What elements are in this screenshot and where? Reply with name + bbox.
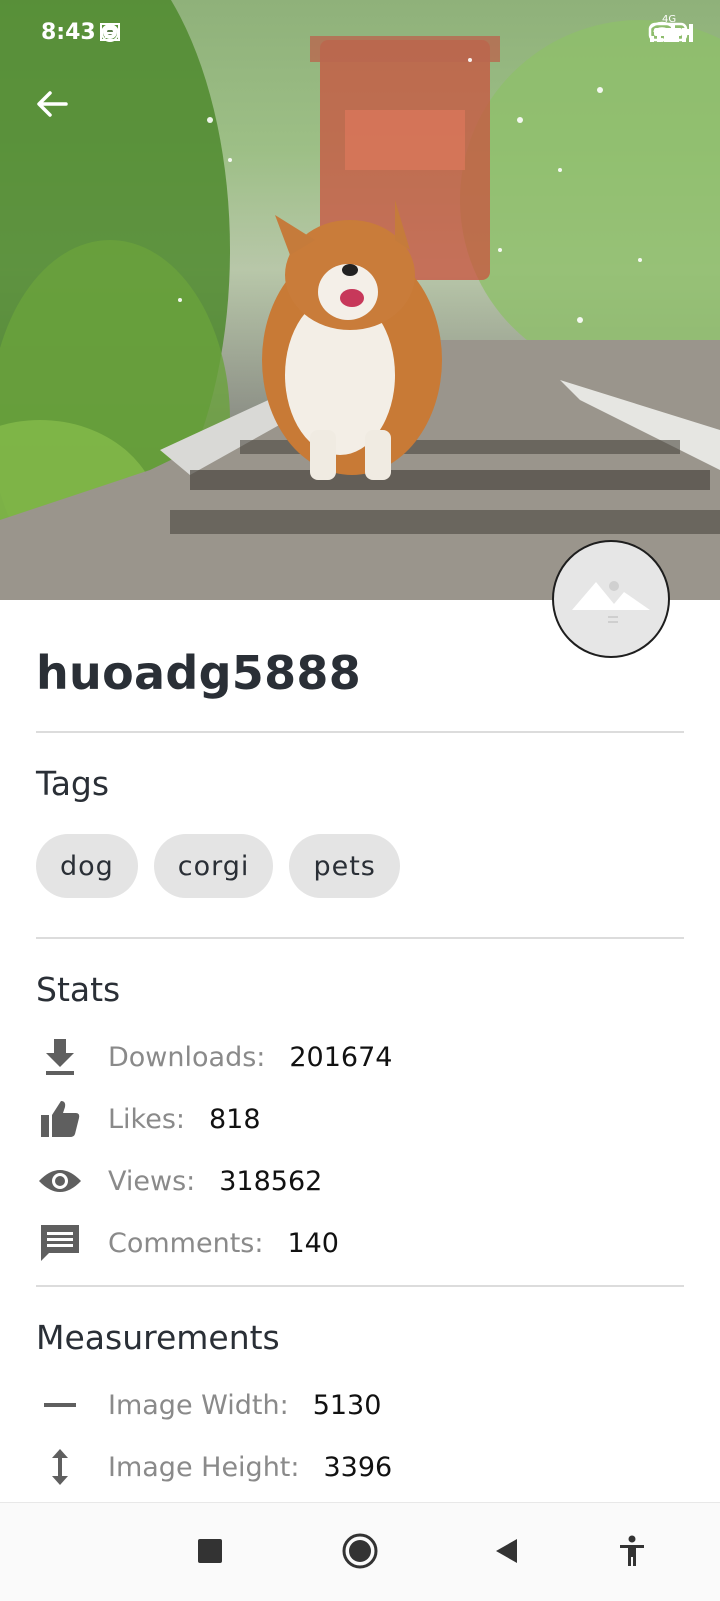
- stat-value: 201674: [289, 1041, 393, 1073]
- stat-label: Likes:: [108, 1103, 185, 1135]
- tag-chip[interactable]: corgi: [153, 834, 274, 898]
- stat-row-views: Views: 318562: [36, 1156, 322, 1206]
- stat-row-likes: Likes: 818: [36, 1094, 261, 1144]
- stat-row-downloads: Downloads: 201674: [36, 1032, 392, 1082]
- avatar[interactable]: [552, 540, 670, 658]
- tag-chip[interactable]: dog: [36, 834, 138, 898]
- hero-image: 8:43 4G: [0, 0, 720, 600]
- stat-label: Views:: [108, 1165, 196, 1197]
- tags-title: Tags: [36, 764, 110, 803]
- comment-icon: [36, 1219, 84, 1267]
- stat-label: Image Height:: [108, 1451, 300, 1483]
- width-icon: [36, 1381, 84, 1429]
- stats-title: Stats: [36, 970, 121, 1009]
- download-icon: [36, 1033, 84, 1081]
- home-circle-icon: [341, 1532, 379, 1575]
- system-nav-bar: [0, 1502, 720, 1601]
- eye-icon: [36, 1157, 84, 1205]
- stat-value: 318562: [219, 1165, 323, 1197]
- stat-row-height: Image Height: 3396: [36, 1442, 392, 1492]
- stat-value: 3396: [323, 1451, 393, 1483]
- stat-label: Image Width:: [108, 1389, 289, 1421]
- stat-value: 5130: [312, 1389, 382, 1421]
- status-time: 8:43: [41, 20, 96, 45]
- divider: [36, 1285, 684, 1287]
- stat-row-comments: Comments: 140: [36, 1218, 339, 1268]
- accessibility-button[interactable]: [604, 1525, 660, 1581]
- status-bar: 8:43 4G: [0, 0, 720, 70]
- mountain-placeholder-icon: [554, 581, 668, 656]
- accessibility-icon: [617, 1535, 647, 1572]
- stat-value: 818: [209, 1103, 261, 1135]
- tag-chip[interactable]: pets: [289, 834, 400, 898]
- back-nav-button[interactable]: [478, 1525, 534, 1581]
- tag-list: dog corgi pets: [36, 834, 400, 898]
- recents-button[interactable]: [182, 1525, 238, 1581]
- back-triangle-icon: [493, 1537, 519, 1570]
- back-button[interactable]: [34, 86, 78, 130]
- thumbs-up-icon: [36, 1095, 84, 1143]
- stat-label: Downloads:: [108, 1041, 266, 1073]
- divider: [36, 937, 684, 939]
- measurements-title: Measurements: [36, 1318, 280, 1357]
- recents-square-icon: [197, 1538, 223, 1569]
- stat-label: Comments:: [108, 1227, 264, 1259]
- home-button[interactable]: [332, 1525, 388, 1581]
- stat-value: 140: [287, 1227, 339, 1259]
- username: huoadg5888: [36, 646, 362, 700]
- stat-row-width: Image Width: 5130: [36, 1380, 381, 1430]
- divider: [36, 731, 684, 733]
- height-icon: [36, 1443, 84, 1491]
